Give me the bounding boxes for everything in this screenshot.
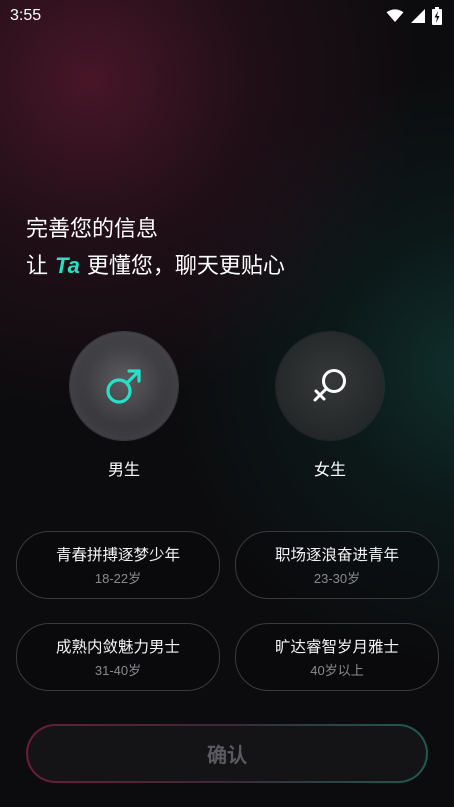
confirm-button[interactable]: 确认 bbox=[26, 724, 428, 783]
age-option-range: 40岁以上 bbox=[310, 663, 364, 678]
age-option-31-40[interactable]: 成熟内敛魅力男士 31-40岁 bbox=[16, 623, 220, 691]
female-label: 女生 bbox=[313, 460, 346, 479]
status-time: 3:55 bbox=[10, 7, 42, 24]
status-icons bbox=[386, 7, 442, 25]
male-symbol-icon bbox=[106, 369, 141, 404]
age-option-range: 23-30岁 bbox=[313, 571, 361, 586]
male-circle[interactable] bbox=[70, 332, 178, 440]
female-circle[interactable] bbox=[276, 332, 384, 440]
gender-option-female[interactable]: 女生 bbox=[275, 332, 385, 480]
status-bar: 3:55 bbox=[0, 0, 454, 32]
headline-line-1: 完善您的信息 bbox=[26, 217, 159, 242]
age-option-40-plus[interactable]: 旷达睿智岁月雅士 40岁以上 bbox=[235, 623, 439, 691]
headline: 完善您的信息 让 Ta 更懂您，聊天更贴心 bbox=[26, 212, 285, 285]
headline-prefix: 让 bbox=[26, 254, 55, 279]
age-option-23-30[interactable]: 职场逐浪奋进青年 23-30岁 bbox=[235, 531, 439, 599]
confirm-button-label: 确认 bbox=[28, 726, 426, 781]
age-option-title: 职场逐浪奋进青年 bbox=[274, 546, 399, 564]
headline-suffix: 更懂您，聊天更贴心 bbox=[79, 254, 285, 279]
age-option-title: 青春拼搏逐梦少年 bbox=[55, 546, 180, 564]
age-option-range: 18-22岁 bbox=[94, 571, 142, 586]
age-option-title: 旷达睿智岁月雅士 bbox=[274, 638, 399, 656]
signal-icon bbox=[411, 9, 425, 23]
female-symbol-icon bbox=[313, 369, 346, 402]
battery-charging-icon bbox=[432, 7, 442, 25]
headline-highlight: Ta bbox=[55, 253, 80, 278]
age-option-18-22[interactable]: 青春拼搏逐梦少年 18-22岁 bbox=[16, 531, 220, 599]
headline-line-2: 让 Ta 更懂您，聊天更贴心 bbox=[26, 248, 285, 285]
gender-option-male[interactable]: 男生 bbox=[69, 332, 179, 480]
wifi-icon bbox=[386, 9, 404, 22]
age-option-title: 成熟内敛魅力男士 bbox=[55, 638, 180, 656]
age-option-range: 31-40岁 bbox=[94, 663, 142, 678]
male-label: 男生 bbox=[107, 460, 140, 479]
